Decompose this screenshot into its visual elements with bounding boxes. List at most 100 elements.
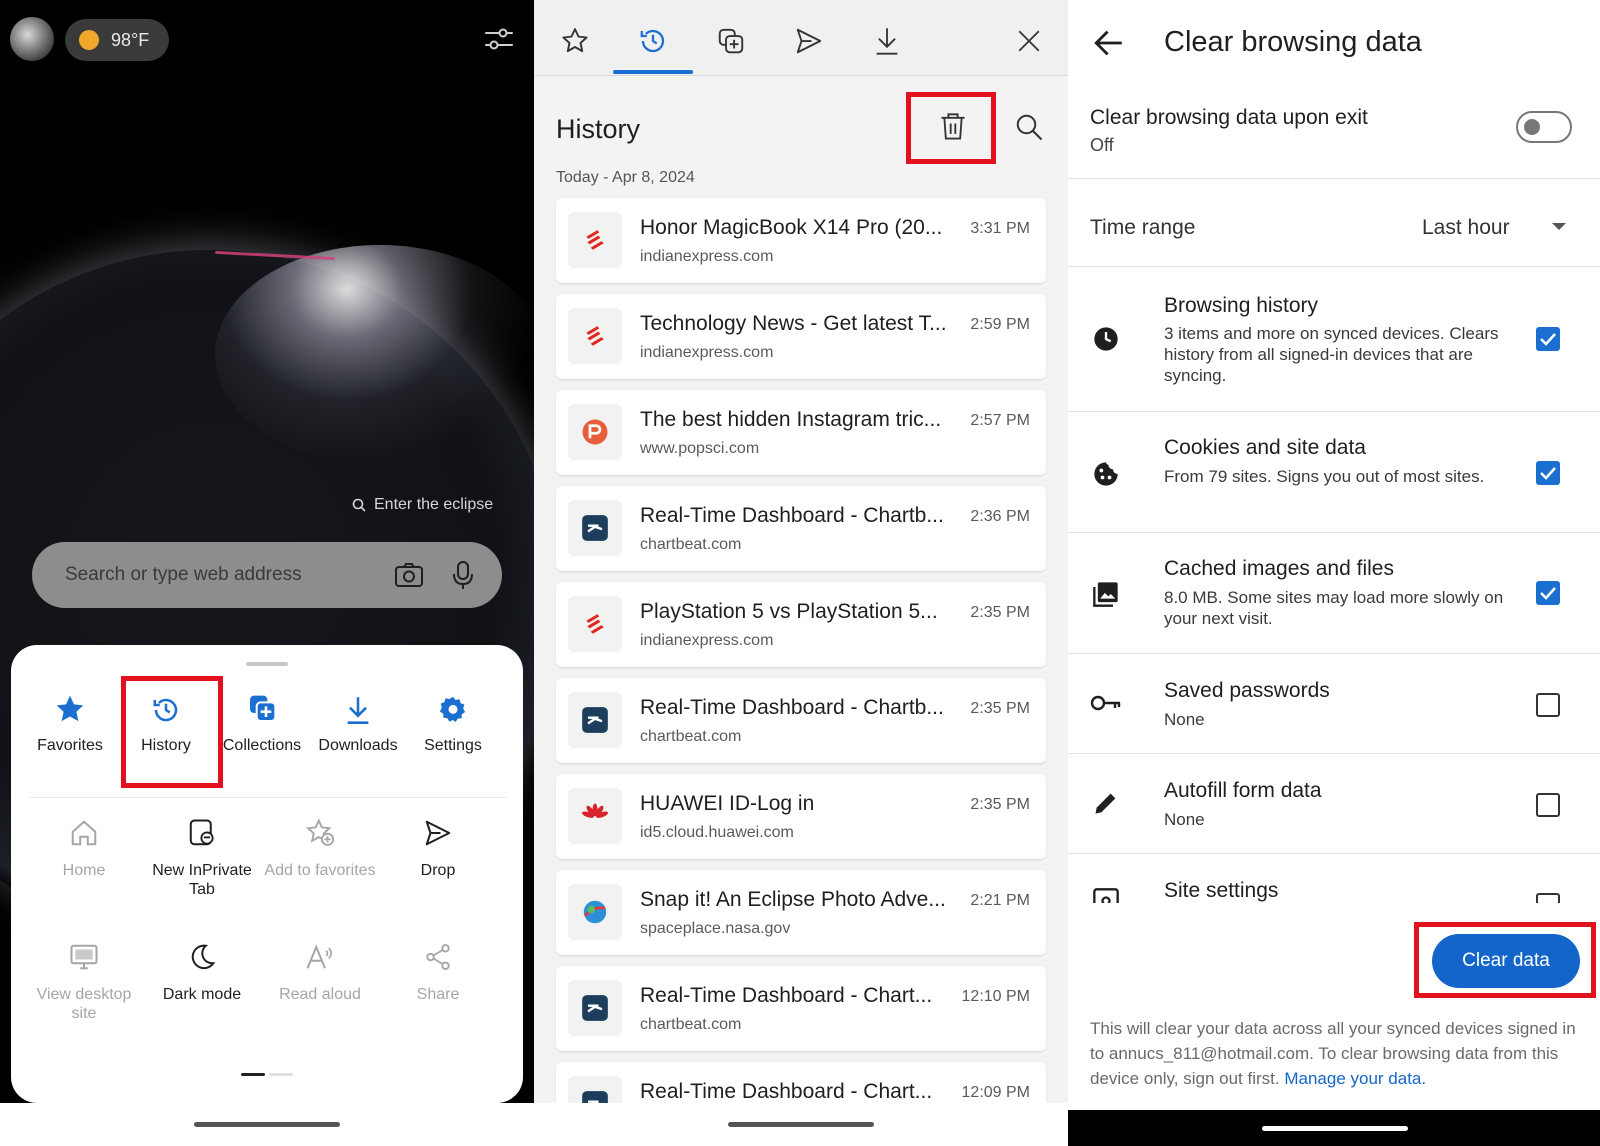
page-settings-icon[interactable] — [484, 24, 514, 54]
background-info-link[interactable]: Enter the eclipse — [352, 496, 493, 514]
option-name: Autofill form data — [1164, 779, 1322, 802]
clock-icon — [1094, 327, 1118, 351]
clear-on-exit-toggle[interactable] — [1516, 111, 1572, 143]
history-highlight-box — [121, 676, 223, 788]
close-icon[interactable] — [1012, 24, 1046, 58]
browsing-history-checkbox[interactable] — [1536, 327, 1560, 351]
active-tab-indicator — [613, 70, 693, 74]
option-cached-images[interactable]: Cached images and files 8.0 MB. Some sit… — [1068, 532, 1600, 654]
menu-collections[interactable]: Collections — [213, 685, 311, 755]
menu-new-inprivate-tab[interactable]: New InPrivate Tab — [143, 813, 261, 899]
history-item-title: Snap it! An Eclipse Photo Adve... — [640, 888, 946, 911]
menu-share[interactable]: Share — [379, 937, 497, 1004]
star-icon — [56, 695, 84, 722]
option-browsing-history[interactable]: Browsing history 3 items and more on syn… — [1068, 266, 1600, 412]
chartbeat-favicon-icon — [568, 500, 622, 556]
back-arrow-icon[interactable] — [1092, 26, 1126, 60]
history-item[interactable]: Real-Time Dashboard - Chartb... chartbeat… — [556, 486, 1046, 571]
cookies-checkbox[interactable] — [1536, 461, 1560, 485]
weather-widget[interactable]: 98°F — [65, 19, 169, 61]
history-item-title: Real-Time Dashboard - Chartb... — [640, 504, 944, 527]
autofill-checkbox[interactable] — [1536, 793, 1560, 817]
clear-data-highlight-box — [1414, 922, 1596, 998]
address-bar[interactable]: Search or type web address — [32, 542, 502, 608]
menu-page-indicator — [241, 1073, 293, 1076]
option-name: Site settings — [1164, 879, 1279, 902]
menu-drop[interactable]: Drop — [379, 813, 497, 880]
site-settings-checkbox[interactable] — [1536, 893, 1560, 903]
history-item-time: 12:10 PM — [961, 988, 1030, 1005]
home-icon — [71, 820, 97, 846]
history-item[interactable]: Real-Time Dashboard - Chartb... chartbeat… — [556, 678, 1046, 763]
history-item-domain: www.popsci.com — [640, 440, 760, 457]
chevron-down-icon[interactable] — [1552, 223, 1566, 230]
home-indicator[interactable] — [194, 1122, 340, 1127]
moon-icon — [191, 944, 216, 970]
history-item-domain: id5.cloud.huawei.com — [640, 824, 794, 841]
menu-dark-mode-label: Dark mode — [162, 986, 242, 1003]
add-favorite-icon — [305, 818, 335, 846]
star-icon — [562, 28, 588, 53]
history-item-title: Real-Time Dashboard - Chartb... — [640, 696, 944, 719]
avatar[interactable] — [10, 17, 54, 61]
camera-icon[interactable] — [392, 558, 426, 592]
history-item[interactable]: PlayStation 5 vs PlayStation 5... indiane… — [556, 582, 1046, 667]
option-description: None — [1164, 710, 1205, 729]
tab-collections[interactable] — [714, 24, 748, 58]
site-settings-icon — [1093, 888, 1119, 903]
time-range-select[interactable]: Last hour — [1422, 216, 1510, 240]
menu-collections-label: Collections — [222, 737, 302, 754]
search-history-button[interactable] — [1014, 112, 1044, 142]
history-item[interactable]: HUAWEI ID-Log in id5.cloud.huawei.com 2:35… — [556, 774, 1046, 859]
history-item-time: 2:21 PM — [970, 892, 1030, 909]
option-autofill[interactable]: Autofill form data None — [1068, 753, 1600, 853]
edge-new-tab-panel: 98°F Enter the eclipse Search or type we… — [0, 0, 534, 1146]
huawei-favicon-icon — [568, 788, 622, 844]
history-item[interactable]: The best hidden Instagram tric... www.pop… — [556, 390, 1046, 475]
history-date-header: Today - Apr 8, 2024 — [556, 169, 695, 186]
history-item-title: The best hidden Instagram tric... — [640, 408, 942, 431]
home-indicator[interactable] — [728, 1122, 874, 1127]
option-site-settings[interactable]: Site settings — [1068, 853, 1600, 903]
history-item[interactable]: Real-Time Dashboard - Chart... chartbeat.… — [556, 966, 1046, 1051]
option-cookies[interactable]: Cookies and site data From 79 sites. Sig… — [1068, 411, 1600, 532]
menu-add-to-favorites[interactable]: Add to favorites — [261, 813, 379, 880]
menu-divider — [29, 797, 507, 798]
menu-home[interactable]: Home — [25, 813, 143, 880]
history-panel: History Today - Apr 8, 2024 Honor MagicB… — [534, 0, 1068, 1146]
microphone-icon[interactable] — [446, 558, 480, 592]
history-item[interactable]: Snap it! An Eclipse Photo Adve... spacepl… — [556, 870, 1046, 955]
menu-dark-mode[interactable]: Dark mode — [143, 937, 261, 1004]
cached-images-checkbox[interactable] — [1536, 581, 1560, 605]
tab-favorites[interactable] — [558, 24, 592, 58]
time-range-label: Time range — [1090, 216, 1196, 239]
search-icon — [1016, 114, 1043, 141]
menu-settings[interactable]: Settings — [404, 685, 502, 755]
system-nav-bar — [534, 1103, 1068, 1146]
history-item-time: 2:35 PM — [970, 604, 1030, 621]
sheet-drag-handle[interactable] — [246, 662, 288, 666]
option-name: Cached images and files — [1164, 557, 1394, 580]
history-item-time: 2:35 PM — [970, 796, 1030, 813]
menu-view-desktop-site[interactable]: View desktop site — [25, 937, 143, 1023]
saved-passwords-checkbox[interactable] — [1536, 693, 1560, 717]
home-indicator[interactable] — [1262, 1126, 1408, 1131]
menu-read-aloud[interactable]: Read aloud — [261, 937, 379, 1004]
option-saved-passwords[interactable]: Saved passwords None — [1068, 653, 1600, 753]
tab-downloads[interactable] — [870, 24, 904, 58]
history-item[interactable]: Technology News - Get latest T... indiane… — [556, 294, 1046, 379]
search-icon — [352, 498, 366, 512]
tab-history[interactable] — [636, 24, 670, 58]
indianexpress-favicon-icon — [568, 596, 622, 652]
eclipse-corona — [215, 245, 534, 465]
sync-disclaimer: This will clear your data across all you… — [1090, 1016, 1580, 1091]
system-nav-bar — [1068, 1110, 1600, 1146]
menu-favorites[interactable]: Favorites — [21, 685, 119, 755]
cookie-icon — [1094, 462, 1118, 486]
history-item[interactable]: Honor MagicBook X14 Pro (20... indianexpr… — [556, 198, 1046, 283]
send-icon — [796, 28, 822, 54]
tab-share[interactable] — [792, 24, 826, 58]
option-description: 8.0 MB. Some sites may load more slowly … — [1164, 588, 1504, 628]
manage-your-data-link[interactable]: Manage your data. — [1284, 1069, 1426, 1088]
menu-downloads[interactable]: Downloads — [309, 685, 407, 755]
